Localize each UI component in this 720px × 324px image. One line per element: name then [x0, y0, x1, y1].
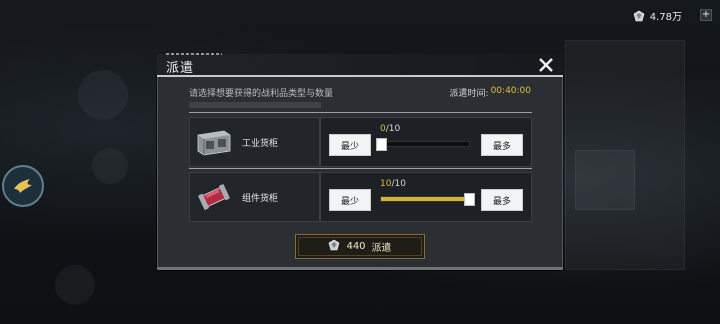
min-button[interactable]: 最少 — [329, 189, 371, 211]
dispatch-button[interactable]: 440 派遣 — [295, 234, 425, 259]
close-button[interactable] — [538, 57, 554, 73]
section-divider — [189, 102, 321, 108]
eagle-emblem-icon — [14, 179, 32, 193]
gem-icon — [328, 239, 340, 254]
quantity-slider[interactable] — [376, 138, 470, 151]
loot-row: 工业货柜 最少 0/10 最多 — [189, 117, 532, 167]
dispatch-cost: 440 — [346, 241, 366, 252]
background-blob — [55, 265, 95, 305]
title-underline — [157, 75, 563, 77]
commander-avatar[interactable] — [2, 165, 44, 207]
add-currency-button[interactable]: + — [700, 9, 712, 21]
dispatch-time: 派遣时间: 00:40:00 — [450, 86, 531, 99]
industrial-container-icon — [197, 130, 231, 156]
quantity-selector: 最少 0/10 最多 — [320, 117, 532, 167]
quantity-max: /10 — [385, 124, 401, 134]
dispatch-time-value: 00:40:00 — [490, 86, 531, 96]
quantity-max: /10 — [391, 179, 406, 189]
divider-line — [189, 112, 532, 113]
quantity-selector: 最少 10/10 最多 — [320, 172, 532, 222]
loot-item: 工业货柜 — [189, 117, 320, 167]
gem-icon — [633, 10, 645, 22]
loot-item-name: 工业货柜 — [242, 138, 279, 149]
dialog-bottom-bar — [157, 267, 563, 270]
dialog-title-bar — [157, 54, 563, 76]
max-button[interactable]: 最多 — [481, 189, 523, 211]
currency-amount: 4.78万 — [649, 12, 682, 23]
max-button[interactable]: 最多 — [481, 134, 523, 156]
quantity-current: 10 — [380, 179, 392, 189]
dialog-title: 派遣 — [166, 61, 195, 76]
min-button[interactable]: 最少 — [329, 134, 371, 156]
divider-line — [189, 168, 532, 169]
close-icon — [539, 58, 553, 72]
quantity-slider[interactable] — [380, 193, 475, 206]
background-panel — [575, 150, 635, 210]
quantity-count: 10/10 — [380, 179, 406, 189]
instruction-text: 请选择想要获得的战利品类型与数量 — [189, 89, 334, 99]
loot-item: 组件货柜 — [189, 172, 320, 222]
component-container-icon — [198, 184, 230, 210]
slider-thumb[interactable] — [464, 193, 475, 206]
loot-item-name: 组件货柜 — [242, 193, 279, 204]
slider-fill — [381, 197, 469, 201]
title-decoration — [166, 53, 222, 55]
background-blob — [78, 70, 128, 120]
slider-thumb[interactable] — [376, 138, 387, 151]
dispatch-label: 派遣 — [371, 243, 392, 254]
dispatch-time-label: 派遣时间: — [449, 89, 489, 99]
background-blob — [92, 148, 128, 184]
currency-display: 4.78万 — [633, 8, 682, 23]
quantity-count: 0/10 — [380, 124, 400, 134]
loot-row: 组件货柜 最少 10/10 最多 — [189, 172, 532, 222]
